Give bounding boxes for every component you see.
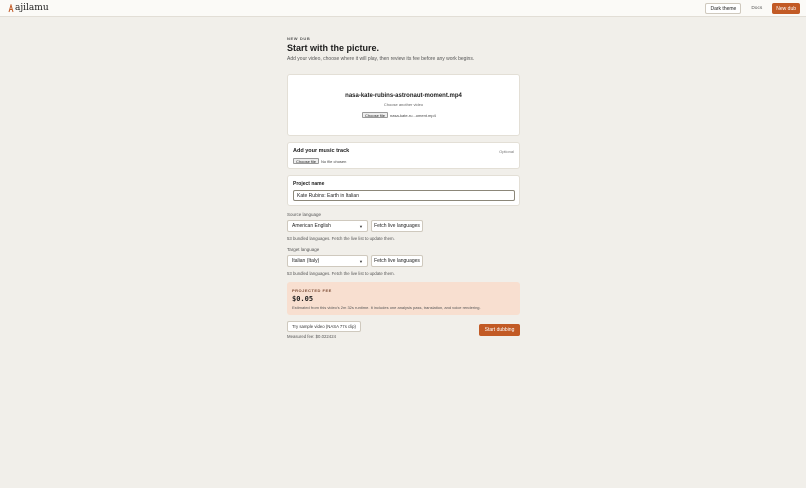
source-language-select[interactable]: American English ▼ [287, 220, 368, 232]
projected-fee-panel: PROJECTED FEE $0.05 Estimated from this … [287, 282, 520, 315]
target-fetch-languages-button[interactable]: Fetch live languages [371, 255, 423, 267]
music-track-card: Add your music track Optional Choose fil… [287, 142, 520, 169]
music-track-title: Add your music track [293, 148, 350, 154]
target-language-label: Target language [287, 247, 320, 252]
music-file-input[interactable]: Choose file No file chosen [293, 158, 346, 164]
source-language-label: Source language [287, 212, 322, 217]
optional-label: Optional [499, 149, 514, 154]
chevron-down-icon: ▼ [359, 258, 363, 264]
brand-name: ajilamu [15, 3, 49, 13]
choose-another-video-hint: Choose another video [383, 102, 424, 107]
project-name-input[interactable]: Kate Rubins: Earth in Italian [293, 190, 515, 201]
top-bar: ajilamu Dark theme Docs New dub [0, 0, 806, 17]
start-dubbing-button[interactable]: Start dubbing [479, 324, 520, 336]
logo-mark-icon [8, 3, 14, 12]
fee-note: Estimated from this video's 2m 32s runti… [292, 305, 481, 310]
intro-eyebrow: NEW DUB [287, 36, 311, 41]
target-language-note: 53 bundled languages. Fetch the live lis… [287, 271, 395, 276]
docs-link[interactable]: Docs [746, 6, 767, 11]
music-file-display: No file chosen [321, 158, 347, 164]
fee-value: $0.05 [292, 295, 314, 303]
chevron-down-icon: ▼ [359, 223, 363, 229]
fee-eyebrow: PROJECTED FEE [292, 288, 332, 293]
video-file-input[interactable]: Choose file nasa-kate-ru...oment.mp4 [362, 112, 436, 118]
target-language-value: Italian (Italy) [292, 258, 320, 264]
top-actions: Dark theme Docs New dub [705, 3, 800, 14]
source-language-value: American English [292, 223, 331, 229]
target-language-select[interactable]: Italian (Italy) ▼ [287, 255, 368, 267]
page-subtitle: Add your video, choose where it will pla… [287, 56, 475, 62]
dark-theme-button[interactable]: Dark theme [705, 3, 742, 14]
source-fetch-languages-button[interactable]: Fetch live languages [371, 220, 423, 232]
video-choose-file-button[interactable]: Choose file [362, 112, 389, 118]
project-name-card: Project name Kate Rubins: Earth in Itali… [287, 175, 520, 206]
video-file-name: nasa-kate-rubins-astronaut-moment.mp4 [345, 93, 462, 99]
measured-fee: Measured fee: $0.022424 [287, 334, 336, 339]
video-upload-card[interactable]: nasa-kate-rubins-astronaut-moment.mp4 Ch… [287, 74, 520, 136]
page-title: Start with the picture. [287, 43, 380, 53]
new-dub-button[interactable]: New dub [772, 3, 800, 14]
brand-logo[interactable]: ajilamu [8, 3, 49, 13]
try-sample-video-button[interactable]: Try sample video (NASA 77s clip) [287, 321, 361, 332]
project-name-label: Project name [293, 181, 325, 187]
video-file-display: nasa-kate-ru...oment.mp4 [390, 112, 436, 118]
music-choose-file-button[interactable]: Choose file [293, 158, 320, 164]
source-language-note: 53 bundled languages. Fetch the live lis… [287, 236, 395, 241]
